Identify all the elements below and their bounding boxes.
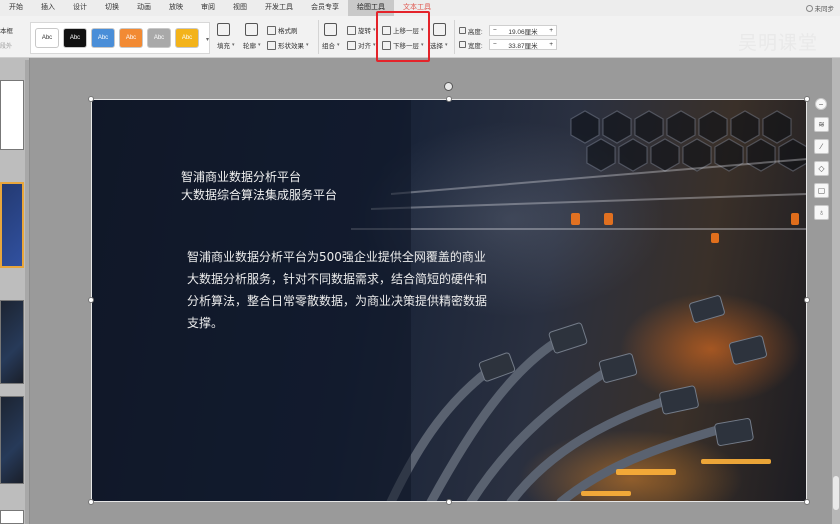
format-painter-button[interactable]: 格式刷 <box>267 25 298 35</box>
sync-label: 未同步 <box>814 6 835 13</box>
slide-thumbnail[interactable] <box>0 396 24 484</box>
watermark-logo: 吴明课堂 <box>737 32 818 54</box>
slide-thumbnail[interactable] <box>0 510 24 524</box>
ribbon-separator <box>318 20 319 54</box>
resize-handle[interactable] <box>88 297 94 303</box>
menu-view[interactable]: 视图 <box>224 0 256 16</box>
thumbnail-scrollbar[interactable] <box>25 60 29 524</box>
outline-icon[interactable] <box>245 23 258 36</box>
menu-animation[interactable]: 动画 <box>128 0 160 16</box>
width-icon <box>459 41 466 48</box>
text-box-button[interactable]: 本框 <box>0 25 13 35</box>
group-label: 组合 <box>322 43 335 50</box>
menu-slideshow[interactable]: 放映 <box>160 0 192 16</box>
menu-review[interactable]: 审阅 <box>192 0 224 16</box>
menu-home[interactable]: 开始 <box>0 0 32 16</box>
outline-button[interactable]: 轮廓 ▾ <box>243 40 261 50</box>
shape-style-gallery: Abc Abc Abc Abc Abc Abc <box>30 22 210 54</box>
vertical-scrollbar[interactable] <box>832 58 840 524</box>
rotate-handle[interactable] <box>444 82 453 91</box>
shape-style-black[interactable]: Abc <box>63 28 87 48</box>
height-icon-label: 高度: <box>459 26 483 36</box>
effects-icon <box>267 40 276 50</box>
format-painter-label: 格式刷 <box>278 28 298 35</box>
resize-handle[interactable] <box>804 297 810 303</box>
floating-toolbar: − ≋ ∕ ◇ ▢ ♁ <box>814 98 832 227</box>
slide-canvas[interactable]: 智浦商业数据分析平台 大数据综合算法集成服务平台 智浦商业数据分析平台为500强… <box>91 99 807 502</box>
slide-title[interactable]: 智浦商业数据分析平台 大数据综合算法集成服务平台 <box>181 168 337 204</box>
slide-thumbnail[interactable] <box>0 80 24 150</box>
menu-member[interactable]: 会员专享 <box>302 0 348 16</box>
rotate-icon <box>347 25 356 35</box>
shape-effects-button[interactable]: 形状效果 ▾ <box>267 40 309 50</box>
select-icon[interactable] <box>433 23 446 36</box>
cloud-icon <box>805 4 813 12</box>
presentation-app: 开始 插入 设计 切换 动画 放映 审阅 视图 开发工具 会员专享 绘图工具 文… <box>0 0 840 524</box>
align-button[interactable]: 对齐 ▾ <box>347 40 376 50</box>
frame-icon[interactable]: ▢ <box>814 183 829 198</box>
brush-icon <box>267 25 276 35</box>
resize-handle[interactable] <box>88 499 94 505</box>
scroll-thumb[interactable] <box>833 476 839 510</box>
shape-style-orange[interactable]: Abc <box>119 28 143 48</box>
resize-handle[interactable] <box>88 96 94 102</box>
resize-handle[interactable] <box>804 96 810 102</box>
width-field[interactable]: −33.87厘米 + <box>489 39 557 50</box>
select-label: 选择 <box>430 43 443 50</box>
width-label: 宽度: <box>467 43 483 50</box>
width-icon-label: 宽度: <box>459 40 483 50</box>
menu-design[interactable]: 设计 <box>64 0 96 16</box>
menu-developer[interactable]: 开发工具 <box>256 0 302 16</box>
slide-body-text[interactable]: 智浦商业数据分析平台为500强企业提供全网覆盖的商业大数据分析服务，针对不同数据… <box>187 246 487 334</box>
resize-handle[interactable] <box>446 96 452 102</box>
fill-icon[interactable] <box>217 23 230 36</box>
fill-icon[interactable]: ◇ <box>814 161 829 176</box>
sync-status[interactable]: 未同步 <box>805 3 835 13</box>
brush-icon[interactable]: ∕ <box>814 139 829 154</box>
minus-icon[interactable]: − <box>815 98 827 110</box>
align-label: 对齐 <box>358 43 371 50</box>
slide-thumbnail-panel <box>0 58 30 524</box>
gallery-more-icon[interactable]: ▾ <box>206 36 209 43</box>
paragraph-button[interactable]: 段外 <box>0 41 12 50</box>
height-label: 高度: <box>467 29 483 36</box>
highlight-annotation <box>376 11 430 62</box>
slide-thumbnail[interactable] <box>0 182 24 268</box>
title-line-2: 大数据综合算法集成服务平台 <box>181 188 338 202</box>
slide-thumbnail[interactable] <box>0 300 24 384</box>
group-button[interactable]: 组合 ▾ <box>322 40 340 50</box>
shape-style-blue[interactable]: Abc <box>91 28 115 48</box>
menu-transitions[interactable]: 切换 <box>96 0 128 16</box>
ribbon-separator <box>454 20 455 54</box>
height-icon <box>459 27 466 34</box>
shape-effects-label: 形状效果 <box>278 43 304 50</box>
select-button[interactable]: 选择 ▾ <box>430 40 448 50</box>
bulb-icon[interactable]: ♁ <box>814 205 829 220</box>
shape-style-gray[interactable]: Abc <box>147 28 171 48</box>
fill-label: 填充 <box>217 43 230 50</box>
resize-handle[interactable] <box>446 499 452 505</box>
group-icon[interactable] <box>324 23 337 36</box>
menu-insert[interactable]: 插入 <box>32 0 64 16</box>
resize-handle[interactable] <box>804 499 810 505</box>
width-value: 33.87厘米 <box>508 42 538 50</box>
outline-label: 轮廓 <box>243 43 256 50</box>
rotate-button[interactable]: 旋转 ▾ <box>347 25 376 35</box>
title-line-1: 智浦商业数据分析平台 <box>181 170 302 184</box>
height-value: 19.06厘米 <box>508 28 538 36</box>
align-icon <box>347 40 356 50</box>
fill-button[interactable]: 填充 ▾ <box>217 40 235 50</box>
rotate-label: 旋转 <box>358 28 371 35</box>
shape-style-white[interactable]: Abc <box>35 28 59 48</box>
height-field[interactable]: −19.06厘米 + <box>489 25 557 36</box>
layers-icon[interactable]: ≋ <box>814 117 829 132</box>
shape-style-yellow[interactable]: Abc <box>175 28 199 48</box>
